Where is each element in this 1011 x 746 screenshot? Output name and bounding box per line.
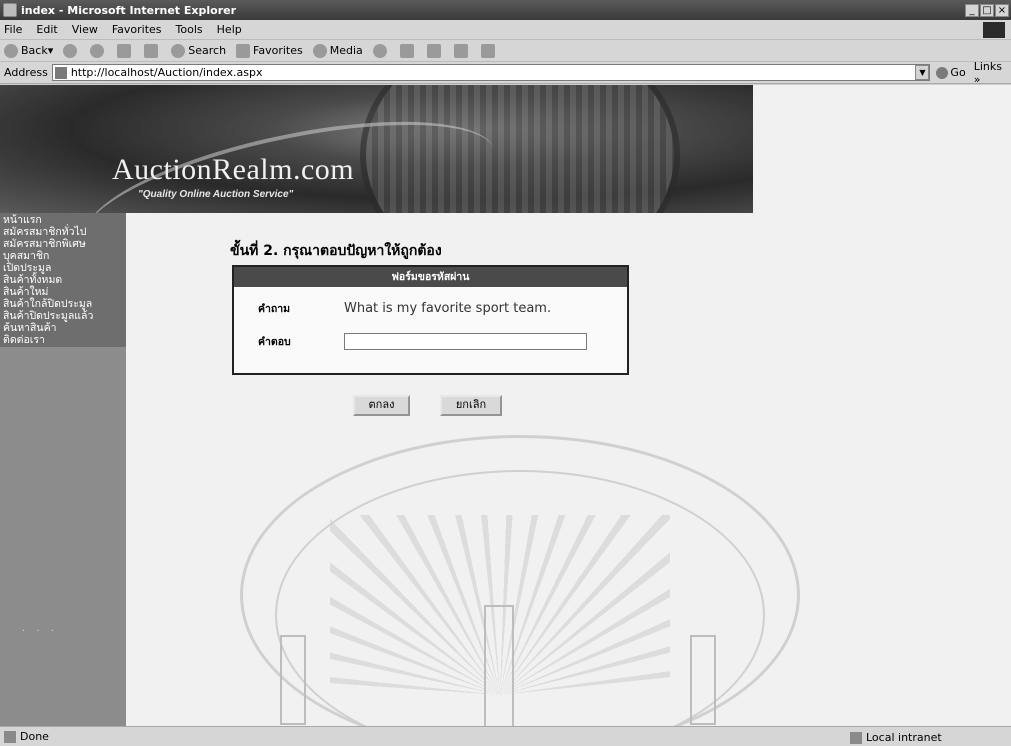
stop-icon bbox=[90, 43, 105, 58]
go-label: Go bbox=[950, 66, 966, 79]
discuss-button[interactable] bbox=[480, 43, 498, 58]
watermark-left-tower bbox=[280, 635, 306, 725]
menu-bar: File Edit View Favorites Tools Help bbox=[0, 20, 1011, 40]
close-button[interactable]: × bbox=[995, 3, 1009, 17]
home-icon bbox=[144, 43, 159, 58]
site-logo-text: AuctionRealm.com bbox=[112, 153, 355, 186]
intranet-icon bbox=[850, 731, 862, 744]
maximize-button[interactable]: □ bbox=[980, 3, 994, 17]
media-icon bbox=[312, 43, 327, 58]
menu-tools[interactable]: Tools bbox=[176, 23, 203, 36]
sidebar-footer: · · · bbox=[22, 626, 58, 637]
zone-text: Local intranet bbox=[866, 731, 942, 744]
question-label: คำถาม bbox=[258, 303, 291, 315]
status-text: Done bbox=[20, 730, 49, 743]
search-button[interactable]: Search bbox=[171, 43, 227, 58]
address-url: http://localhost/Auction/index.aspx bbox=[70, 66, 263, 79]
cancel-button[interactable]: ยกเลิก bbox=[440, 395, 502, 416]
mail-button[interactable] bbox=[399, 43, 417, 58]
watermark-center-spire bbox=[484, 605, 514, 726]
links-button[interactable]: Links » bbox=[974, 60, 1011, 86]
search-icon bbox=[171, 43, 186, 58]
edit-button[interactable] bbox=[453, 43, 471, 58]
address-bar: Address http://localhost/Auction/index.a… bbox=[0, 60, 1011, 86]
menu-favorites[interactable]: Favorites bbox=[112, 23, 162, 36]
back-arrow-icon bbox=[4, 43, 18, 58]
sidebar-item-open-auction[interactable]: เปิดประมูล bbox=[0, 262, 126, 274]
go-arrow-icon bbox=[936, 66, 949, 79]
security-question: What is my favorite sport team. bbox=[344, 301, 552, 316]
address-input[interactable]: http://localhost/Auction/index.aspx ▼ bbox=[51, 64, 931, 81]
ie-icon bbox=[3, 3, 17, 17]
sidebar-nav: หน้าแรก สมัครสมาชิกทั่วไป สมัครสมาชิกพิเ… bbox=[0, 213, 126, 347]
menu-file[interactable]: File bbox=[4, 23, 22, 36]
sidebar-item-register-general[interactable]: สมัครสมาชิกทั่วไป bbox=[0, 226, 126, 238]
status-bar: Done Local intranet bbox=[0, 726, 1011, 746]
address-dropdown-icon[interactable]: ▼ bbox=[915, 65, 930, 80]
minimize-button[interactable]: _ bbox=[965, 3, 979, 17]
edit-icon bbox=[453, 43, 468, 58]
sidebar-item-contact[interactable]: ติดต่อเรา bbox=[0, 334, 126, 346]
sidebar-item-members[interactable]: บุคสมาชิก bbox=[0, 250, 126, 262]
favorites-icon bbox=[236, 43, 251, 58]
discuss-icon bbox=[480, 43, 495, 58]
sidebar-item-all-products[interactable]: สินค้าทั้งหมด bbox=[0, 274, 126, 286]
menu-help[interactable]: Help bbox=[217, 23, 242, 36]
zone-indicator: Local intranet bbox=[850, 731, 942, 744]
go-button[interactable]: Go bbox=[936, 66, 966, 79]
media-button[interactable]: Media bbox=[312, 43, 363, 58]
answer-row: คำตอบ bbox=[258, 333, 587, 350]
menu-view[interactable]: View bbox=[72, 23, 98, 36]
sidebar-item-closed[interactable]: สินค้าปิดประมูลแล้ว bbox=[0, 310, 126, 322]
watermark-right-tower bbox=[690, 635, 716, 725]
favorites-button[interactable]: Favorites bbox=[236, 43, 303, 58]
print-icon bbox=[426, 43, 441, 58]
media-label: Media bbox=[329, 44, 363, 57]
back-button[interactable]: Back ▾ bbox=[4, 43, 53, 58]
forward-button[interactable] bbox=[63, 43, 80, 58]
history-icon bbox=[372, 43, 387, 58]
answer-input[interactable] bbox=[344, 333, 587, 350]
sidebar-item-register-special[interactable]: สมัครสมาชิกพิเศษ bbox=[0, 238, 126, 250]
sidebar-item-search[interactable]: ค้นหาสินค้า bbox=[0, 322, 126, 334]
sidebar-item-home[interactable]: หน้าแรก bbox=[0, 214, 126, 226]
sidebar: หน้าแรก สมัครสมาชิกทั่วไป สมัครสมาชิกพิเ… bbox=[0, 213, 126, 726]
sidebar-item-new-products[interactable]: สินค้าใหม่ bbox=[0, 286, 126, 298]
page-icon bbox=[54, 66, 67, 79]
print-button[interactable] bbox=[426, 43, 444, 58]
home-button[interactable] bbox=[144, 43, 161, 58]
favorites-label: Favorites bbox=[253, 44, 303, 57]
forward-arrow-icon bbox=[63, 43, 78, 58]
ok-button[interactable]: ตกลง bbox=[353, 395, 410, 416]
mail-icon bbox=[399, 43, 414, 58]
window-title-bar: index - Microsoft Internet Explorer _ □ … bbox=[0, 0, 1011, 20]
sidebar-item-closing-soon[interactable]: สินค้าใกล้ปิดประมูล bbox=[0, 298, 126, 310]
question-row: คำถาม What is my favorite sport team. bbox=[258, 300, 551, 317]
windows-logo-icon bbox=[983, 21, 1005, 38]
page-heading: ขั้นที่ 2. กรุณาตอบปัญหาให้ถูกต้อง bbox=[230, 243, 442, 259]
form-header: ฟอร์มขอรหัสผ่าน bbox=[234, 267, 627, 287]
site-banner: AuctionRealm.com "Quality Online Auction… bbox=[0, 85, 753, 213]
answer-label: คำตอบ bbox=[258, 336, 291, 348]
site-tagline: "Quality Online Auction Service" bbox=[138, 189, 294, 200]
back-label: Back bbox=[21, 44, 48, 57]
window-title: index - Microsoft Internet Explorer bbox=[21, 3, 237, 17]
search-label: Search bbox=[188, 44, 227, 57]
refresh-button[interactable] bbox=[117, 43, 134, 58]
password-request-form: ฟอร์มขอรหัสผ่าน คำถาม What is my favorit… bbox=[232, 265, 629, 375]
page-done-icon bbox=[4, 730, 16, 743]
refresh-icon bbox=[117, 43, 132, 58]
menu-edit[interactable]: Edit bbox=[36, 23, 57, 36]
toolbar: Back ▾ Search Favorites Media bbox=[0, 40, 1011, 62]
page-viewport: AuctionRealm.com "Quality Online Auction… bbox=[0, 85, 1011, 726]
history-button[interactable] bbox=[372, 43, 390, 58]
address-label: Address bbox=[4, 66, 48, 79]
stop-button[interactable] bbox=[90, 43, 107, 58]
